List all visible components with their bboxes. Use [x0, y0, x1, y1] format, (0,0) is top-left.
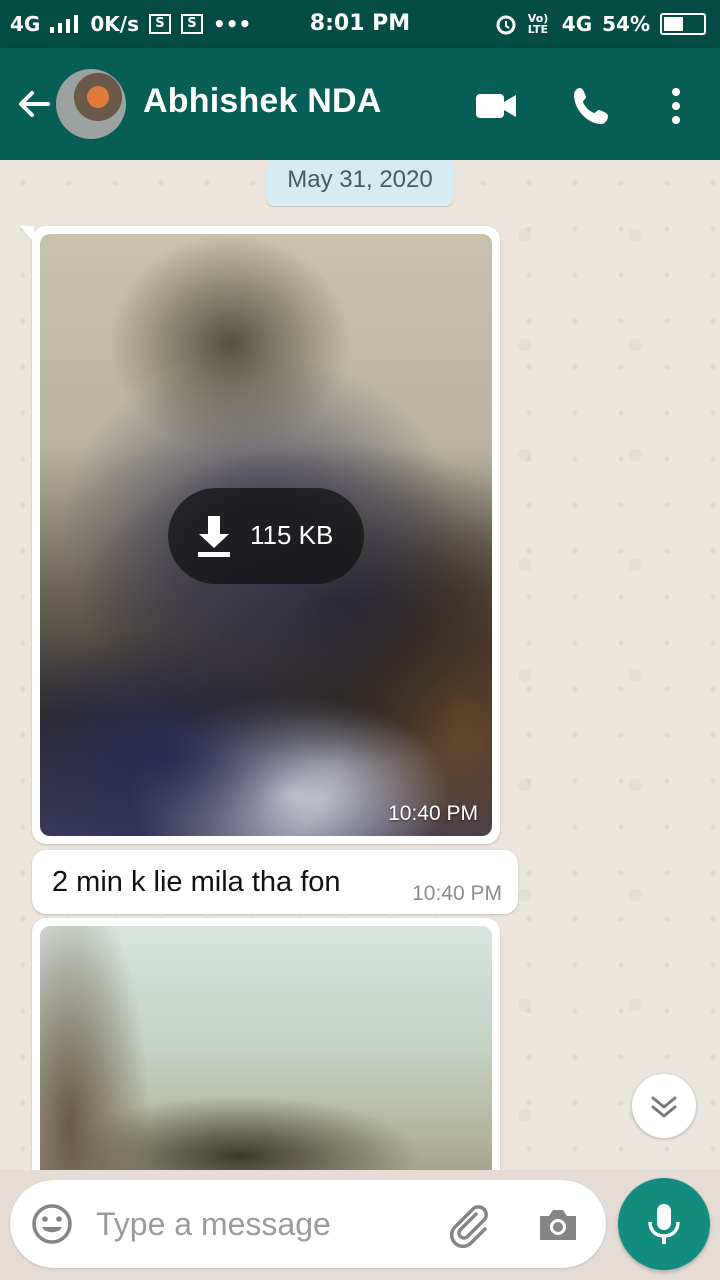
emoji-icon[interactable] [30, 1202, 74, 1246]
more-vert-icon[interactable] [654, 84, 698, 128]
date-chip: May 31, 2020 [266, 160, 454, 206]
image-message[interactable]: 115 KB 10:40 PM [20, 226, 500, 844]
blurred-photo[interactable]: 115 KB 10:40 PM [40, 234, 492, 836]
download-size: 115 KB [250, 520, 334, 550]
video-call-icon[interactable] [474, 84, 518, 128]
status-right: Vo) LTE 4G 54% [494, 12, 706, 36]
message-time: 10:40 PM [412, 882, 502, 905]
back-arrow-icon[interactable] [14, 84, 54, 124]
status-bar: 4G 0K/s S S ••• 8:01 PM Vo) LTE 4G 54% [0, 0, 720, 48]
message-text: 2 min k lie mila tha fon [52, 866, 341, 898]
phone-call-icon[interactable] [570, 84, 614, 128]
message-composer[interactable]: Type a message [10, 1180, 606, 1268]
mic-icon [648, 1204, 680, 1244]
contact-name[interactable]: Abhishek NDA [143, 82, 382, 121]
message-time: 10:40 PM [388, 802, 478, 825]
chat-area[interactable]: May 31, 2020 115 KB 10:40 PM 2 min k lie… [0, 160, 720, 1170]
alarm-icon [496, 15, 516, 35]
volte-label: Vo) LTE [527, 12, 549, 36]
double-chevron-down-icon [651, 1096, 677, 1118]
battery-icon [660, 13, 706, 35]
download-button[interactable]: 115 KB [168, 488, 364, 584]
avatar[interactable] [56, 69, 126, 139]
network-right-label: 4G [561, 12, 593, 36]
message-input[interactable]: Type a message [96, 1206, 331, 1243]
download-icon [198, 516, 230, 557]
text-message[interactable]: 2 min k lie mila tha fon 10:40 PM [32, 850, 518, 914]
blurred-photo-2[interactable] [40, 926, 492, 1170]
mic-button[interactable] [618, 1178, 710, 1270]
battery-percent: 54% [602, 12, 650, 36]
bubble-tail [20, 226, 34, 242]
image-message-2[interactable] [32, 918, 500, 1170]
chat-header: Abhishek NDA [0, 48, 720, 160]
camera-icon[interactable] [536, 1202, 580, 1246]
scroll-to-bottom-button[interactable] [632, 1074, 696, 1138]
attach-icon[interactable] [446, 1202, 492, 1248]
